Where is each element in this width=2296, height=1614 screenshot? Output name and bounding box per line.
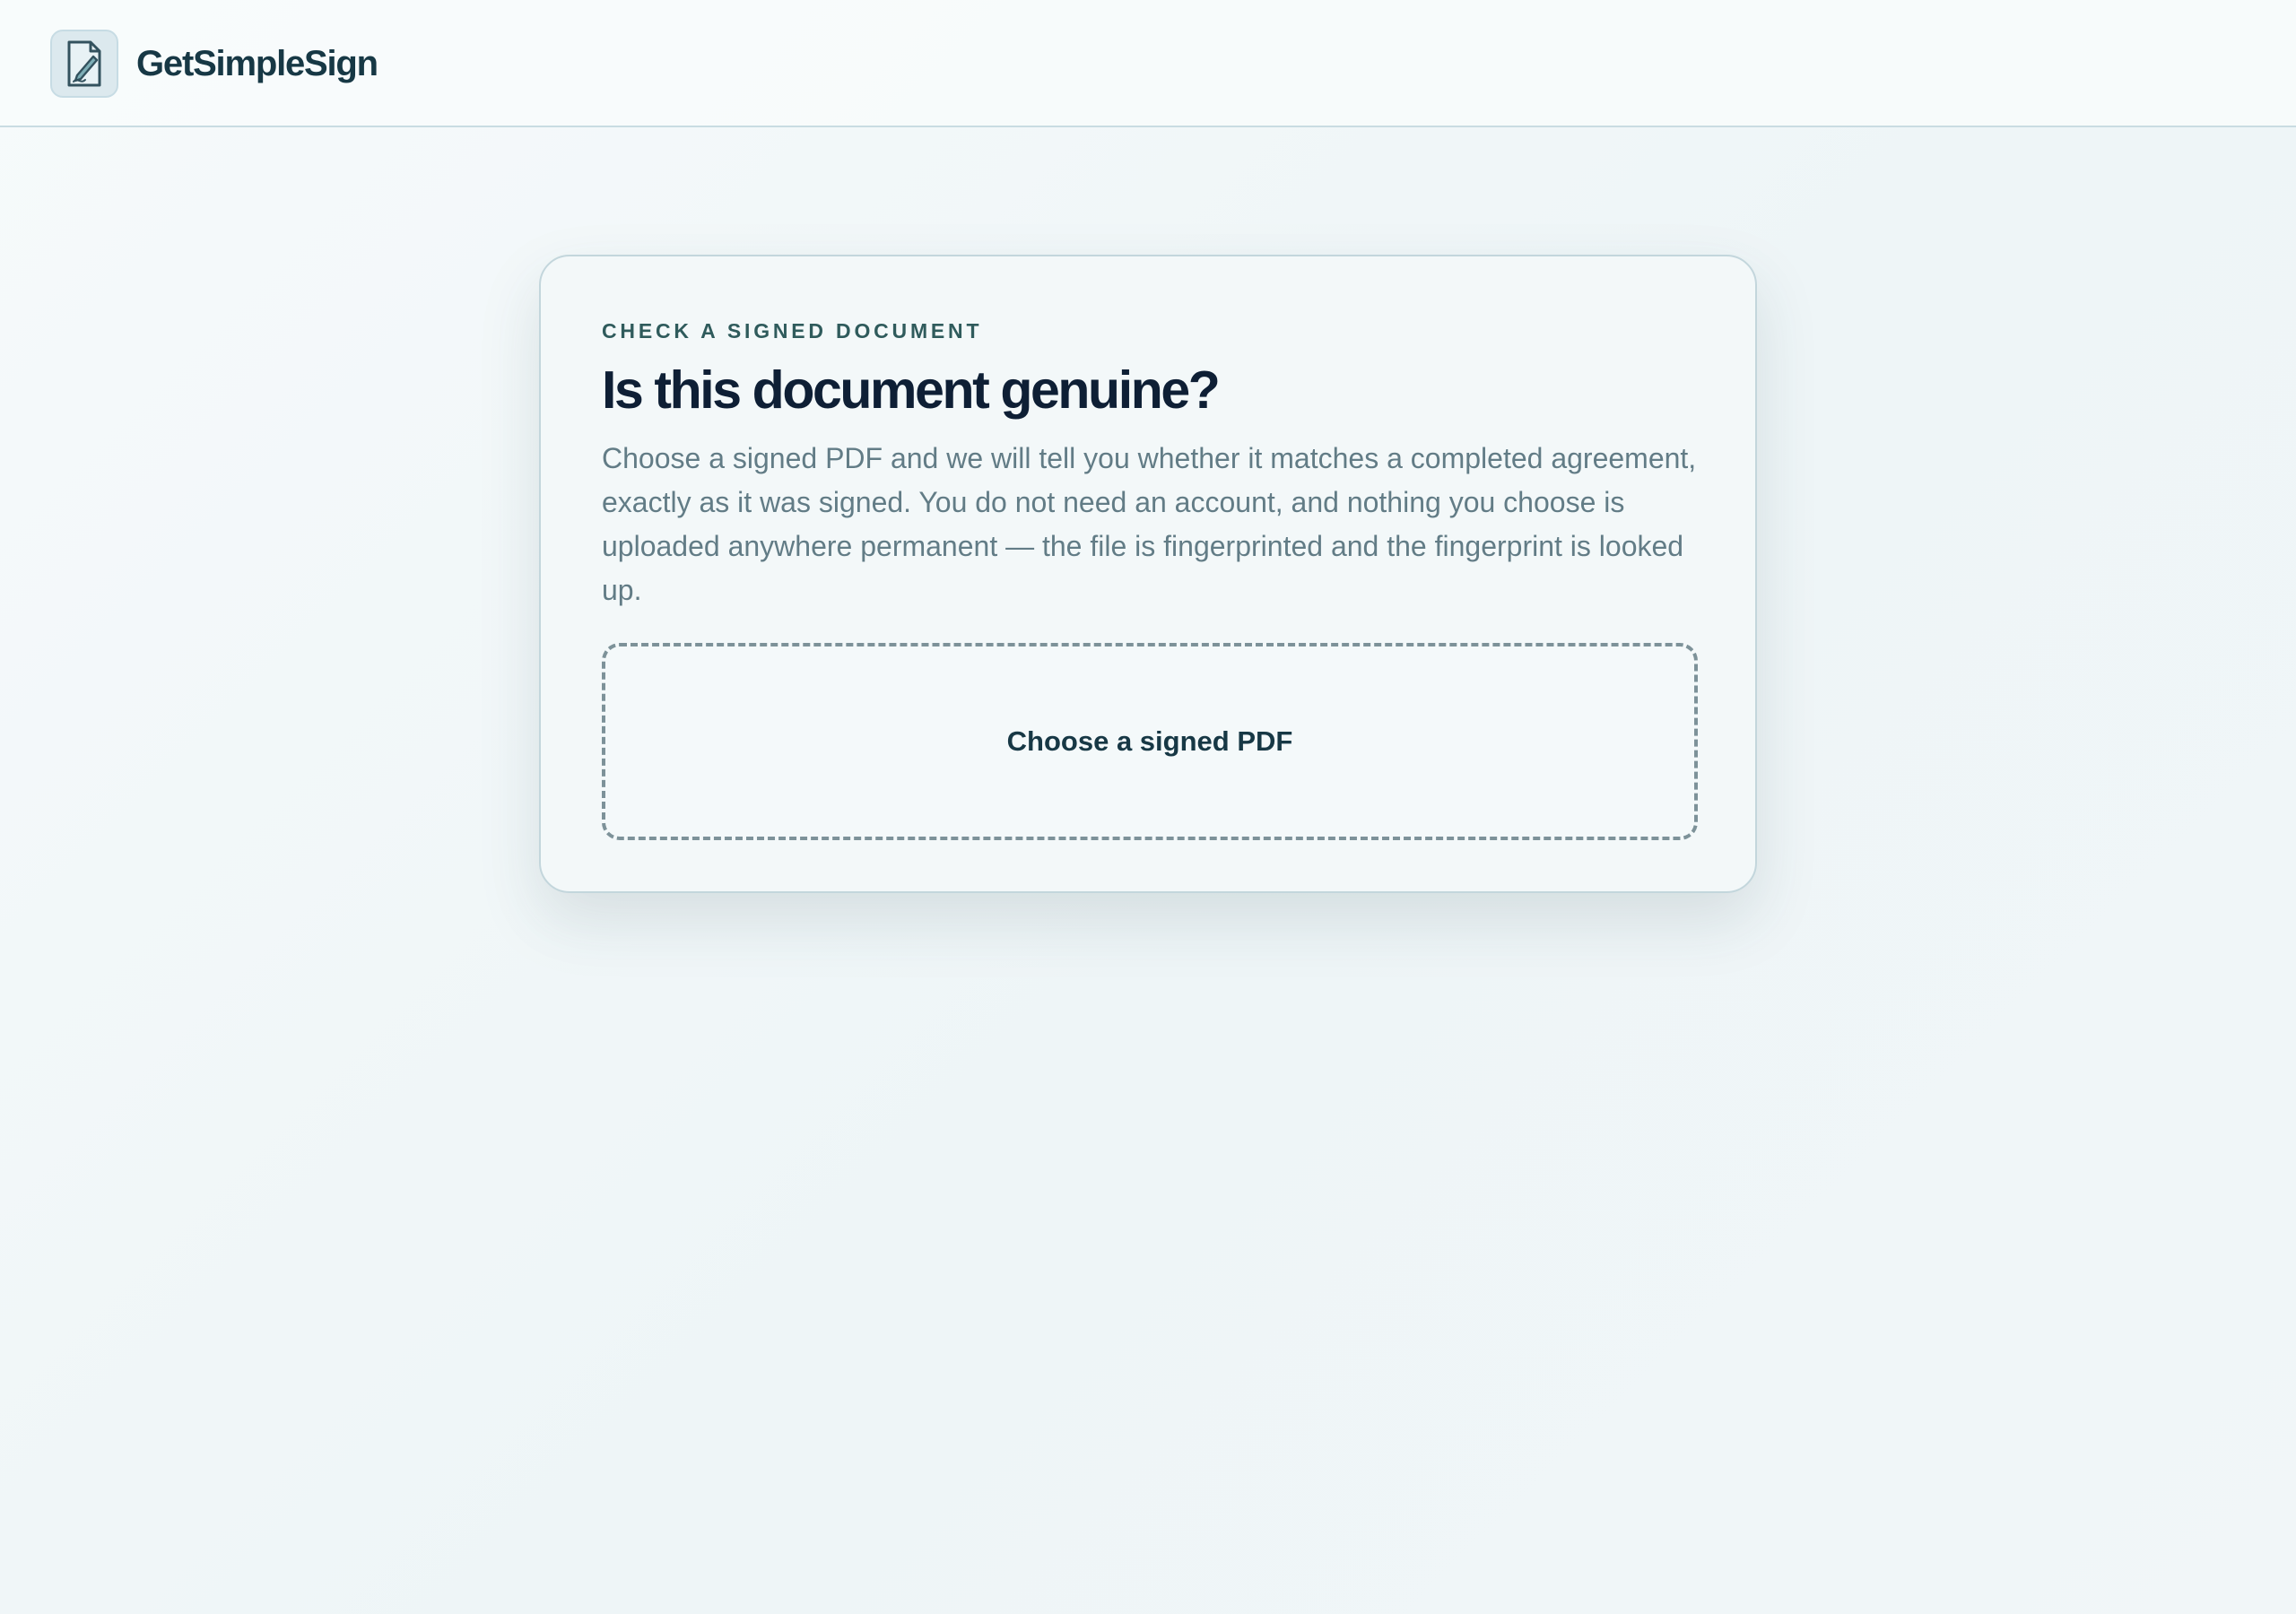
section-eyebrow: CHECK A SIGNED DOCUMENT bbox=[602, 319, 983, 343]
top-bar: GetSimpleSign bbox=[0, 0, 2296, 127]
brand-home-link[interactable]: GetSimpleSign bbox=[50, 30, 378, 98]
verify-document-card: CHECK A SIGNED DOCUMENT Is this document… bbox=[539, 255, 1757, 893]
brand-name: GetSimpleSign bbox=[136, 43, 378, 83]
choose-signed-pdf-label: Choose a signed PDF bbox=[1006, 725, 1293, 757]
intro-description: Choose a signed PDF and we will tell you… bbox=[602, 442, 1697, 606]
signed-document-pen-icon bbox=[50, 30, 118, 98]
signed-pdf-dropzone[interactable]: Choose a signed PDF bbox=[602, 643, 1698, 840]
page-title: Is this document genuine? bbox=[602, 360, 1221, 420]
